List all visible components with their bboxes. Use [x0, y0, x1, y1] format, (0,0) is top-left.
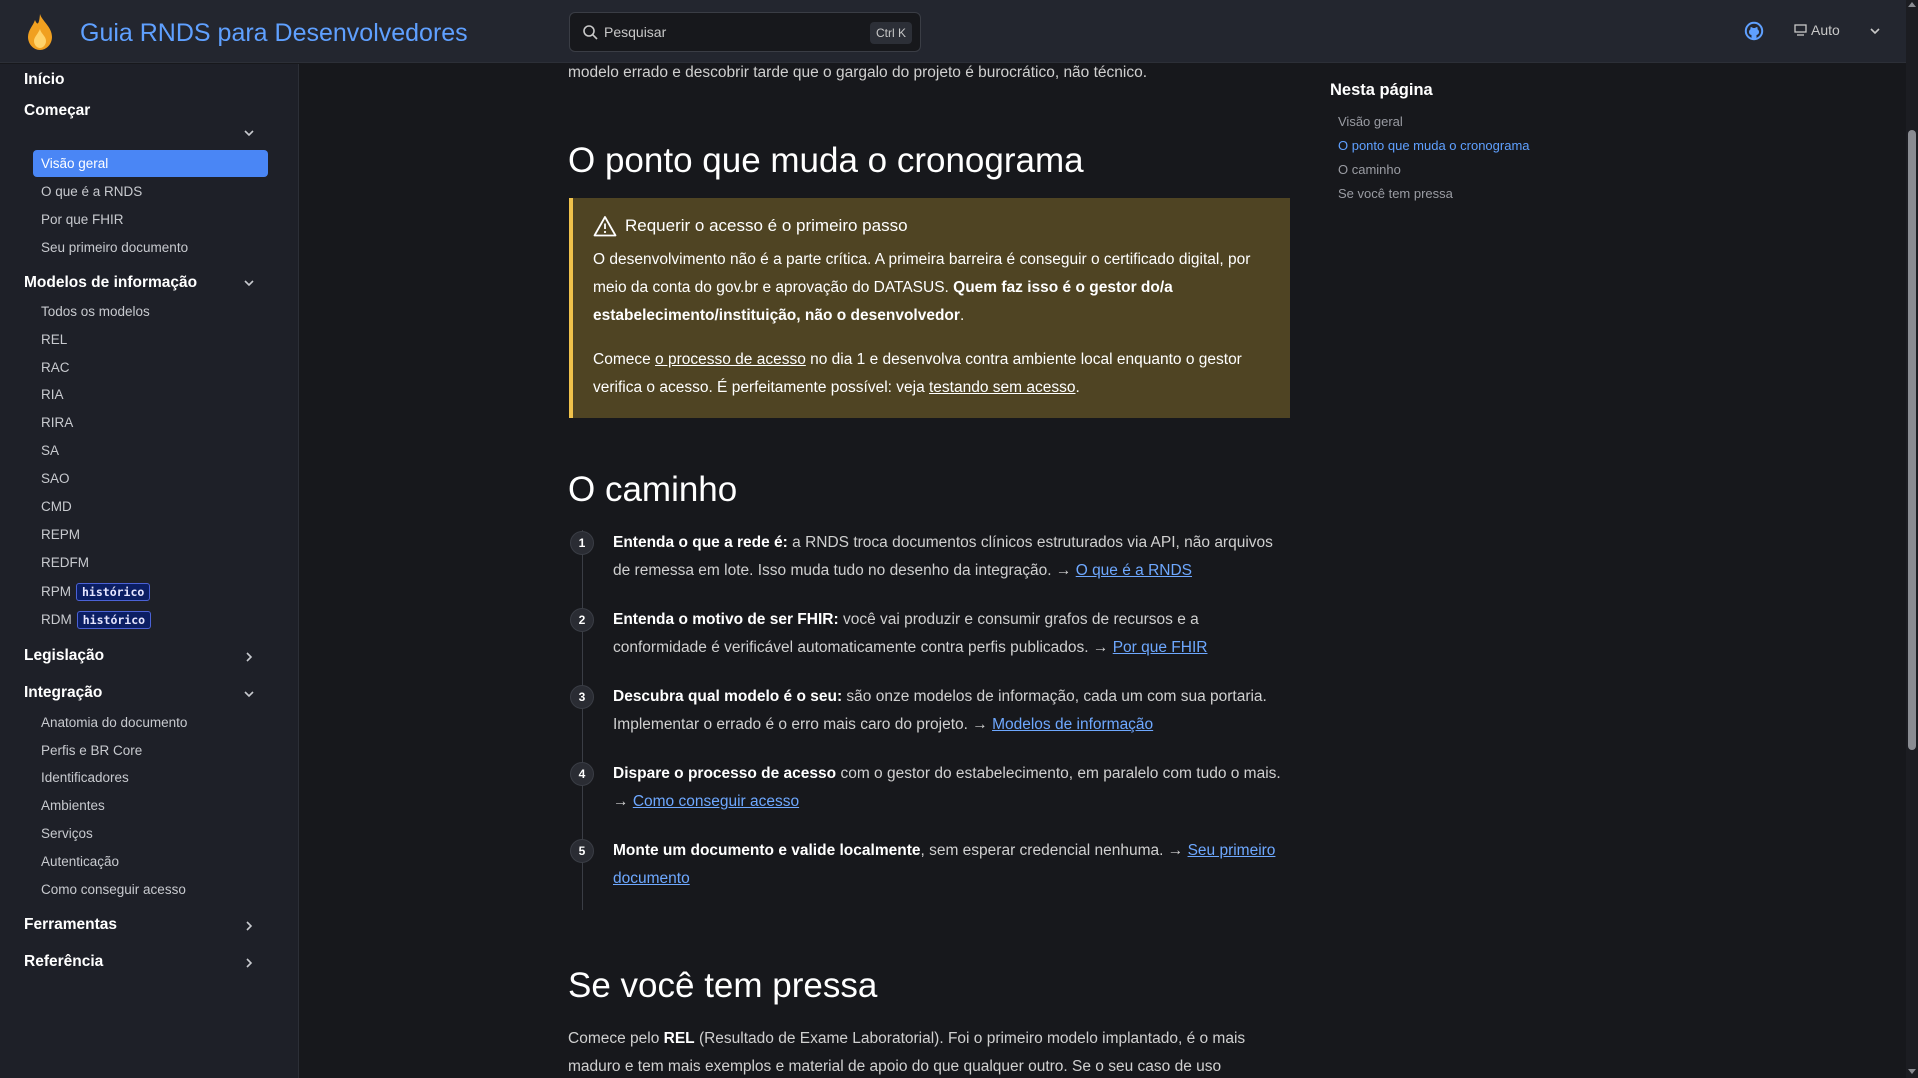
- sidebar-section-comecar[interactable]: Começar: [24, 102, 90, 120]
- sidebar-item-label: RPM: [41, 584, 71, 599]
- step-bold: Entenda o motivo de ser FHIR:: [613, 611, 839, 628]
- sidebar-section-integracao[interactable]: Integração: [24, 684, 102, 702]
- sidebar-item-rel[interactable]: REL: [33, 326, 268, 353]
- sidebar-section-legislacao[interactable]: Legislação: [24, 647, 104, 665]
- callout-paragraph-1: O desenvolvimento não é a parte crítica.…: [593, 246, 1283, 330]
- toc-item-pressa[interactable]: Se você tem pressa: [1338, 186, 1453, 201]
- sidebar-item-autenticacao[interactable]: Autenticação: [33, 848, 268, 875]
- theme-label: Auto: [1811, 22, 1840, 38]
- pressa-a: Comece pelo: [568, 1030, 664, 1047]
- warning-icon: [593, 216, 617, 237]
- monitor-icon: [1794, 24, 1807, 36]
- toc-item-caminho[interactable]: O caminho: [1338, 162, 1401, 177]
- warning-callout: Requerir o acesso é o primeiro passo O d…: [569, 198, 1290, 418]
- step-body: , sem esperar credencial nenhuma. →: [920, 842, 1188, 859]
- sidebar-item-servicos[interactable]: Serviços: [33, 820, 268, 847]
- historico-badge: histórico: [76, 611, 152, 630]
- sidebar-item-rac[interactable]: RAC: [33, 354, 268, 381]
- chevron-down-icon[interactable]: [241, 125, 257, 141]
- link-o-que-e-rnds[interactable]: O que é a RNDS: [1076, 562, 1192, 579]
- step-text: Entenda o que a rede é: a RNDS troca doc…: [613, 529, 1290, 585]
- toc-item-cronograma[interactable]: O ponto que muda o cronograma: [1338, 138, 1530, 153]
- sidebar-item-como-conseguir-acesso[interactable]: Como conseguir acesso: [33, 876, 268, 903]
- sidebar-item-identificadores[interactable]: Identificadores: [33, 764, 268, 791]
- step-number: 2: [570, 608, 594, 632]
- intro-paragraph-tail: modelo errado e descobrir tarde que o ga…: [568, 64, 1148, 81]
- theme-selector[interactable]: Auto: [1794, 22, 1880, 38]
- scroll-down-arrow[interactable]: [1908, 1069, 1916, 1074]
- heading-caminho: O caminho: [568, 470, 738, 509]
- sidebar-item-rdm[interactable]: RDM histórico: [33, 606, 268, 633]
- pressa-paragraph: Comece pelo REL (Resultado de Exame Labo…: [568, 1025, 1290, 1078]
- pressa-bold: REL: [663, 1030, 695, 1047]
- sidebar-item-rpm[interactable]: RPM histórico: [33, 578, 268, 605]
- sidebar-item-inicio[interactable]: Início: [24, 71, 64, 89]
- chevron-right-icon[interactable]: [241, 918, 257, 934]
- heading-pressa: Se você tem pressa: [568, 966, 878, 1005]
- sidebar-item-redfm[interactable]: REDFM: [33, 549, 268, 576]
- sidebar-item-ambientes[interactable]: Ambientes: [33, 792, 268, 819]
- sidebar-item-o-que-e-rnds[interactable]: O que é a RNDS: [33, 178, 268, 205]
- step-text: Dispare o processo de acesso com o gesto…: [613, 760, 1290, 816]
- sidebar-item-sao[interactable]: SAO: [33, 465, 268, 492]
- sidebar-item-repm[interactable]: REPM: [33, 521, 268, 548]
- step-number: 5: [570, 839, 594, 863]
- sidebar-item-visao-geral[interactable]: Visão geral: [33, 150, 268, 177]
- step-text: Entenda o motivo de ser FHIR: você vai p…: [613, 606, 1290, 662]
- sidebar-item-perfis[interactable]: Perfis e BR Core: [33, 737, 268, 764]
- sidebar-item-sa[interactable]: SA: [33, 437, 268, 464]
- callout-p2-end: .: [1075, 379, 1080, 396]
- sidebar-item-anatomia[interactable]: Anatomia do documento: [33, 709, 268, 736]
- chevron-right-icon[interactable]: [241, 955, 257, 971]
- sidebar-item-por-que-fhir[interactable]: Por que FHIR: [33, 206, 268, 233]
- chevron-right-icon[interactable]: [241, 649, 257, 665]
- page-scrollbar[interactable]: [1906, 0, 1918, 1078]
- chevron-down-icon[interactable]: [241, 275, 257, 291]
- sidebar-item-todos-modelos[interactable]: Todos os modelos: [33, 298, 268, 325]
- step-bold: Dispare o processo de acesso: [613, 765, 837, 782]
- toc-item-visao-geral[interactable]: Visão geral: [1338, 114, 1403, 129]
- sidebar-section-modelos[interactable]: Modelos de informação: [24, 274, 197, 292]
- step-text: Descubra qual modelo é o seu: são onze m…: [613, 683, 1290, 739]
- sidebar-section-referencia[interactable]: Referência: [24, 953, 103, 971]
- scroll-thumb[interactable]: [1908, 130, 1916, 750]
- step-number: 3: [570, 685, 594, 709]
- toc-title: Nesta página: [1330, 81, 1433, 99]
- link-como-conseguir-acesso[interactable]: Como conseguir acesso: [633, 793, 799, 810]
- callout-p1-end: .: [959, 307, 965, 324]
- historico-badge: histórico: [76, 583, 151, 602]
- chevron-down-icon[interactable]: [241, 686, 257, 702]
- search-shortcut-badge: Ctrl K: [870, 22, 912, 44]
- search-placeholder: Pesquisar: [604, 24, 667, 40]
- link-processo-de-acesso[interactable]: o processo de acesso: [655, 351, 806, 368]
- chevron-down-icon: [1870, 28, 1880, 35]
- link-testando-sem-acesso[interactable]: testando sem acesso: [929, 379, 1075, 396]
- sidebar-item-ria[interactable]: RIA: [33, 381, 268, 408]
- link-modelos-de-informacao[interactable]: Modelos de informação: [992, 716, 1153, 733]
- github-icon[interactable]: [1744, 21, 1764, 41]
- callout-title: Requerir o acesso é o primeiro passo: [593, 215, 908, 237]
- scroll-up-arrow[interactable]: [1908, 2, 1916, 7]
- link-por-que-fhir[interactable]: Por que FHIR: [1113, 639, 1208, 656]
- sidebar-item-rira[interactable]: RIRA: [33, 409, 268, 436]
- step-number: 1: [570, 531, 594, 555]
- heading-cronograma: O ponto que muda o cronograma: [568, 141, 1084, 180]
- step-bold: Monte um documento e valide localmente: [613, 842, 921, 859]
- site-title[interactable]: Guia RNDS para Desenvolvedores: [80, 19, 468, 48]
- step-number: 4: [570, 762, 594, 786]
- sidebar-item-cmd[interactable]: CMD: [33, 493, 268, 520]
- sidebar-item-seu-primeiro-documento[interactable]: Seu primeiro documento: [33, 234, 268, 261]
- step-bold: Entenda o que a rede é:: [613, 534, 788, 551]
- callout-title-text: Requerir o acesso é o primeiro passo: [625, 216, 908, 235]
- sidebar-section-ferramentas[interactable]: Ferramentas: [24, 916, 117, 934]
- step-bold: Descubra qual modelo é o seu:: [613, 688, 843, 705]
- search-input[interactable]: Pesquisar Ctrl K: [569, 12, 921, 52]
- callout-p2-a: Comece: [593, 351, 656, 368]
- step-text: Monte um documento e valide localmente, …: [613, 837, 1290, 893]
- callout-paragraph-2: Comece o processo de acesso no dia 1 e d…: [593, 346, 1283, 402]
- search-icon: [583, 25, 598, 40]
- top-header: Guia RNDS para Desenvolvedores Pesquisar…: [0, 0, 1906, 63]
- flame-icon[interactable]: [24, 13, 56, 51]
- sidebar-item-label: RDM: [41, 612, 72, 627]
